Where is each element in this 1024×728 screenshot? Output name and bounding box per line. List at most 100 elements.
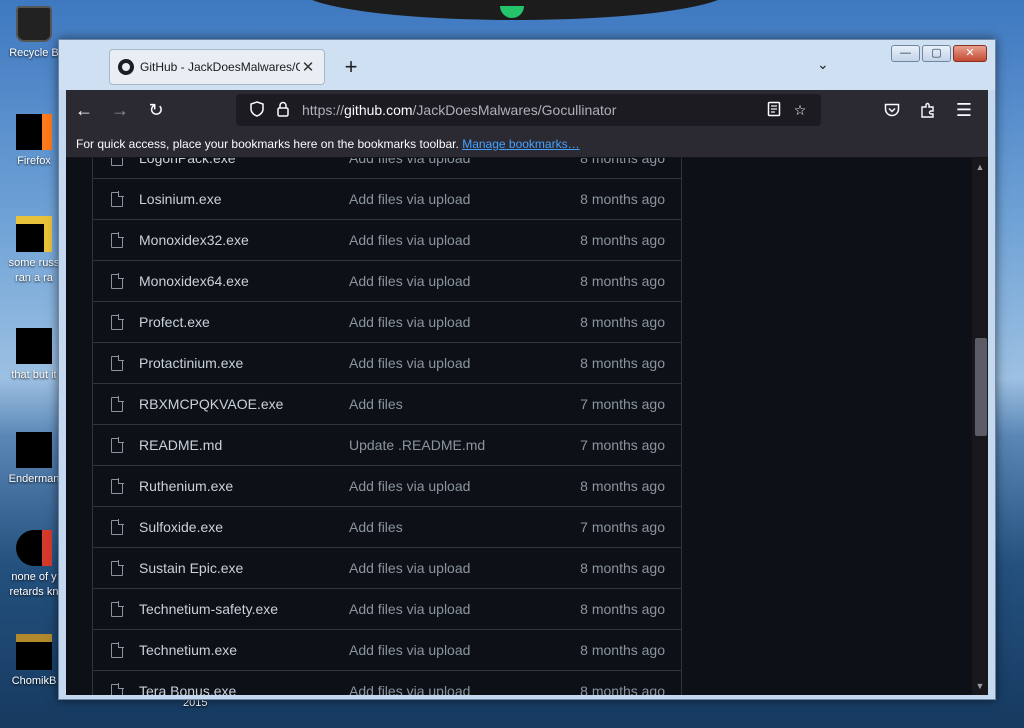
commit-message-link[interactable]: Update .README.md (349, 437, 539, 453)
extensions-button[interactable] (910, 92, 946, 128)
toolbar-right: ☰ (874, 92, 982, 128)
file-icon (16, 216, 52, 252)
pocket-button[interactable] (874, 92, 910, 128)
desktop-icon-label: that but it (11, 369, 57, 381)
reload-icon: ↻ (148, 99, 164, 120)
file-name-link[interactable]: LogonPack.exe (139, 158, 349, 166)
file-name-link[interactable]: RBXMCPQKVAOE.exe (139, 396, 349, 412)
pocket-icon (884, 103, 900, 117)
file-name-link[interactable]: Tera Bonus.exe (139, 683, 349, 695)
window-controls: — ▢ ✕ (891, 45, 987, 62)
file-icon (111, 559, 124, 576)
file-row[interactable]: LogonPack.exe Add files via upload 8 month… (93, 158, 681, 178)
file-row[interactable]: Protactinium.exe Add files via upload 8 mo… (93, 342, 681, 383)
page-scrollbar[interactable]: ▲ ▼ (972, 158, 988, 695)
file-name-link[interactable]: Ruthenium.exe (139, 478, 349, 494)
minimize-button[interactable]: — (891, 45, 920, 62)
puzzle-icon (921, 102, 934, 118)
desktop-icon-label: Recycle B (9, 47, 59, 59)
file-name-link[interactable]: README.md (139, 437, 349, 453)
commit-message-link[interactable]: Add files via upload (349, 232, 539, 248)
commit-age: 8 months ago (580, 314, 665, 330)
file-name-link[interactable]: Sustain Epic.exe (139, 560, 349, 576)
commit-message-link[interactable]: Add files via upload (349, 601, 539, 617)
list-all-tabs-chevron-icon[interactable]: ⌄ (817, 56, 829, 73)
file-icon (111, 641, 124, 658)
file-row[interactable]: Monoxidex64.exe Add files via upload 8 mon… (93, 260, 681, 301)
file-name-link[interactable]: Sulfoxide.exe (139, 519, 349, 535)
back-button[interactable]: ← (66, 92, 102, 128)
chomikbox-icon (16, 634, 52, 670)
file-row[interactable]: Technetium-safety.exe Add files via uploa… (93, 588, 681, 629)
file-name-link[interactable]: Technetium-safety.exe (139, 601, 349, 617)
file-list: LogonPack.exe Add files via upload 8 month… (92, 158, 682, 695)
commit-message-link[interactable]: Add files via upload (349, 560, 539, 576)
desktop-icon-chomikb[interactable]: ChomikB (4, 634, 64, 689)
commit-message-link[interactable]: Add files via upload (349, 355, 539, 371)
commit-message-link[interactable]: Add files via upload (349, 683, 539, 695)
commit-message-link[interactable]: Add files via upload (349, 478, 539, 494)
forward-button[interactable]: → (102, 92, 138, 128)
address-bar[interactable]: https://github.com/JackDoesMalwares/Gocu… (236, 94, 821, 126)
file-row[interactable]: Profect.exe Add files via upload 8 months … (93, 301, 681, 342)
tab-github[interactable]: GitHub - JackDoesMalwares/Gocullinator ✕ (109, 49, 325, 85)
file-row[interactable]: Ruthenium.exe Add files via upload 8 month… (93, 465, 681, 506)
file-row[interactable]: Tera Bonus.exe Add files via upload 8 mont… (93, 670, 681, 695)
close-window-button[interactable]: ✕ (953, 45, 987, 62)
commit-message-link[interactable]: Add files via upload (349, 642, 539, 658)
bookmark-star-icon[interactable]: ☆ (787, 102, 813, 119)
commit-message-link[interactable]: Add files via upload (349, 314, 539, 330)
desktop-icon-label: Firefox (17, 155, 51, 167)
file-icon (111, 682, 124, 695)
commit-message-link[interactable]: Add files via upload (349, 191, 539, 207)
commit-age: 7 months ago (580, 437, 665, 453)
scroll-down-arrow-icon[interactable]: ▼ (972, 681, 988, 691)
commit-message-link[interactable]: Add files (349, 519, 539, 535)
file-name-link[interactable]: Monoxidex64.exe (139, 273, 349, 289)
desktop-icon-none-of-y[interactable]: none of y retards kn (4, 530, 64, 600)
file-row[interactable]: Monoxidex32.exe Add files via upload 8 mon… (93, 219, 681, 260)
file-icon (111, 272, 124, 289)
desktop-icon-firefox[interactable]: Firefox (4, 114, 64, 169)
menu-button[interactable]: ☰ (946, 92, 982, 128)
scrollbar-thumb[interactable] (975, 338, 987, 436)
file-row[interactable]: RBXMCPQKVAOE.exe Add files 7 months ago (93, 383, 681, 424)
file-row[interactable]: Technetium.exe Add files via upload 8 mont… (93, 629, 681, 670)
desktop-icon-some-russ[interactable]: some russ ran a ra (4, 216, 64, 286)
file-icon (111, 518, 124, 535)
file-name-link[interactable]: Losinium.exe (139, 191, 349, 207)
desktop-icon-that-but-it[interactable]: that but it (4, 328, 64, 383)
file-name-link[interactable]: Profect.exe (139, 314, 349, 330)
github-icon (118, 59, 134, 75)
desktop-icon-label: ChomikB (11, 675, 57, 687)
reload-button[interactable]: ↻ (138, 92, 174, 128)
file-name-link[interactable]: Protactinium.exe (139, 355, 349, 371)
tab-close-icon[interactable]: ✕ (300, 58, 316, 76)
manage-bookmarks-link[interactable]: Manage bookmarks… (462, 137, 579, 151)
file-icon (111, 477, 124, 494)
new-tab-button[interactable]: + (341, 54, 361, 80)
desktop-icon-recycle-bin[interactable]: Recycle B (4, 6, 64, 61)
file-row[interactable]: Sustain Epic.exe Add files via upload 8 mo… (93, 547, 681, 588)
file-row[interactable]: Sulfoxide.exe Add files 7 months ago (93, 506, 681, 547)
commit-message-link[interactable]: Add files (349, 396, 539, 412)
file-icon (111, 436, 124, 453)
desktop-icon-enderman[interactable]: Enderman (4, 432, 64, 487)
bookmarks-toolbar: For quick access, place your bookmarks h… (66, 130, 988, 158)
file-row[interactable]: README.md Update .README.md 7 months ago (93, 424, 681, 465)
navigation-toolbar: ← → ↻ https://github.com/JackDoesMalware… (66, 90, 988, 130)
lock-icon[interactable] (270, 101, 296, 120)
commit-age: 8 months ago (580, 560, 665, 576)
file-name-link[interactable]: Technetium.exe (139, 642, 349, 658)
file-row[interactable]: Losinium.exe Add files via upload 8 months… (93, 178, 681, 219)
file-name-link[interactable]: Monoxidex32.exe (139, 232, 349, 248)
maximize-button[interactable]: ▢ (922, 45, 951, 62)
scroll-up-arrow-icon[interactable]: ▲ (972, 162, 988, 172)
recycle-bin-icon (16, 6, 52, 42)
reader-view-icon[interactable] (761, 101, 787, 120)
url-text[interactable]: https://github.com/JackDoesMalwares/Gocu… (302, 102, 761, 118)
tracking-protection-shield-icon[interactable] (244, 100, 270, 120)
commit-message-link[interactable]: Add files via upload (349, 158, 539, 166)
commit-message-link[interactable]: Add files via upload (349, 273, 539, 289)
back-arrow-icon: ← (75, 99, 93, 120)
